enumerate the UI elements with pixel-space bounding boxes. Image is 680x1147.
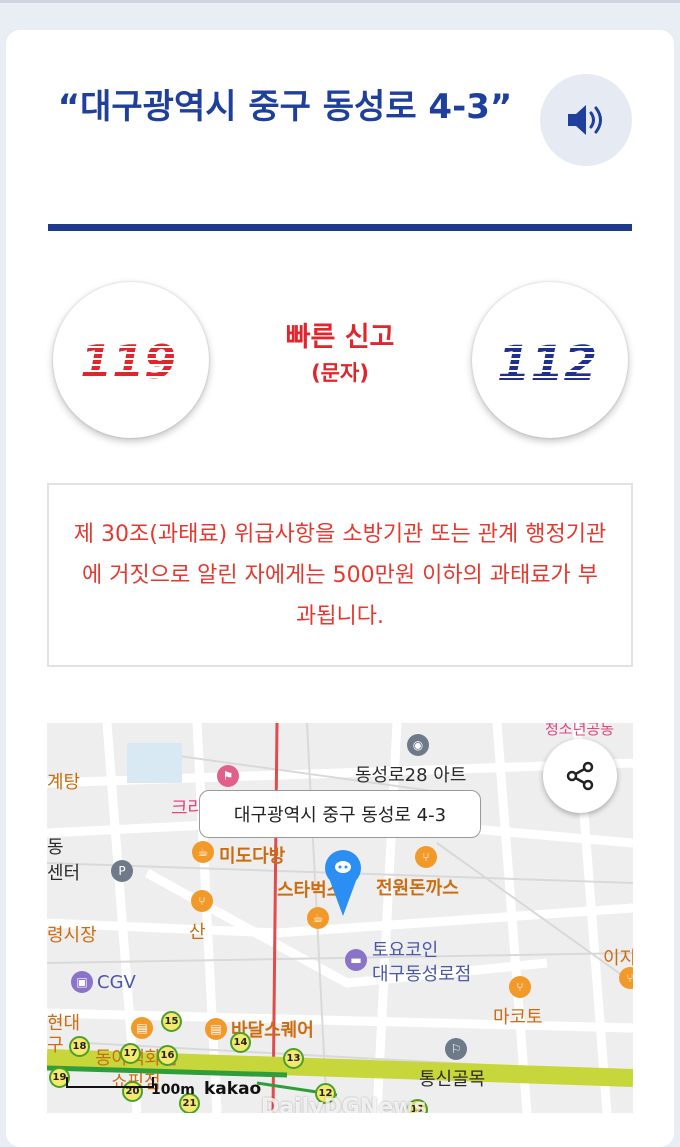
label-dong: 동: [47, 837, 64, 858]
label-center: 센터: [47, 863, 81, 884]
address-title: “대구광역시 중구 동성로 4-3”: [57, 87, 513, 127]
label-top-right: 청소년공동: [545, 723, 615, 738]
label-gu: 구: [47, 1035, 64, 1056]
speaker-icon: [568, 105, 602, 135]
label-gyetang: 계탕: [47, 772, 81, 793]
label-market: 령시장: [47, 925, 97, 946]
bus-stop-badge: 17: [120, 1043, 141, 1064]
bus-stop-badge: 18: [69, 1036, 90, 1057]
label-toyo1: 토요코인: [372, 940, 439, 961]
landmark-icon: ⚐: [445, 1038, 467, 1060]
quick-report[interactable]: 빠른 신고 (문자): [250, 318, 430, 388]
share-icon: [566, 761, 594, 791]
quick-report-label: 빠른 신고: [285, 322, 395, 353]
scale-label: 100m: [151, 1082, 195, 1098]
label-jeonwon: 전원돈까스: [376, 878, 459, 899]
label-toyo2: 대구동성로점: [372, 964, 472, 985]
cafe-icon: ☕: [192, 841, 214, 863]
call-119-button[interactable]: 119: [53, 282, 209, 438]
speaker-button[interactable]: [540, 74, 632, 166]
bus-stop-badge: 15: [161, 1011, 182, 1032]
restaurant-icon-2: ⑂: [191, 890, 213, 912]
watermark: DailyDGNews: [261, 1095, 427, 1113]
label-midodabang: 미도다방: [219, 846, 286, 867]
label-apt: 동성로28 아트: [355, 765, 467, 786]
title-underline: [48, 224, 632, 231]
shop-icon: ⚑: [217, 765, 239, 787]
penalty-notice: 제 30조(과태료) 위급사항을 소방기관 또는 관계 행정기관에 거짓으로 알…: [47, 483, 633, 667]
svg-text:119: 119: [80, 335, 176, 389]
hotel-icon: ▬: [345, 949, 367, 971]
label-tongsin: 통신골목: [419, 1069, 486, 1090]
quick-report-sub: (문자): [311, 361, 369, 385]
kakao-logo: kakao: [204, 1079, 262, 1099]
bus-stop-badge: 16: [157, 1045, 178, 1066]
cinema-icon: ▣: [71, 971, 93, 993]
map-view[interactable]: 청소년공동 ◉ 동성로28 아트 계탕 ⚑ 크라 대구광역시 중구 동성로 4-…: [47, 723, 633, 1113]
svg-text:112: 112: [497, 336, 597, 390]
top-divider: [0, 0, 680, 3]
camera-icon: ◉: [407, 734, 429, 756]
call-112-button[interactable]: 112: [472, 282, 628, 438]
address-callout: 대구광역시 중구 동성로 4-3: [199, 790, 481, 838]
penalty-notice-text: 제 30조(과태료) 위급사항을 소방기관 또는 관계 행정기관에 거짓으로 알…: [73, 521, 607, 629]
scale-bar: [66, 1077, 154, 1088]
label-san: 산: [189, 922, 206, 943]
bus-stop-badge: 14: [230, 1032, 251, 1053]
store-icon: ▤: [131, 1017, 153, 1039]
police-112-logo: 112: [497, 336, 597, 390]
location-pin-icon: [323, 848, 363, 926]
restaurant-icon: ⑂: [415, 846, 437, 868]
label-makoto: 마코토: [493, 1007, 543, 1028]
fire-119-logo: 119: [80, 335, 176, 389]
share-button[interactable]: [543, 739, 617, 813]
restaurant-icon-4: ⑂: [509, 976, 531, 998]
label-cgv: CGV: [97, 972, 136, 993]
bus-stop-badge: 13: [283, 1048, 304, 1069]
parking-icon: P: [111, 860, 133, 882]
store-icon-2: ▤: [205, 1018, 227, 1040]
